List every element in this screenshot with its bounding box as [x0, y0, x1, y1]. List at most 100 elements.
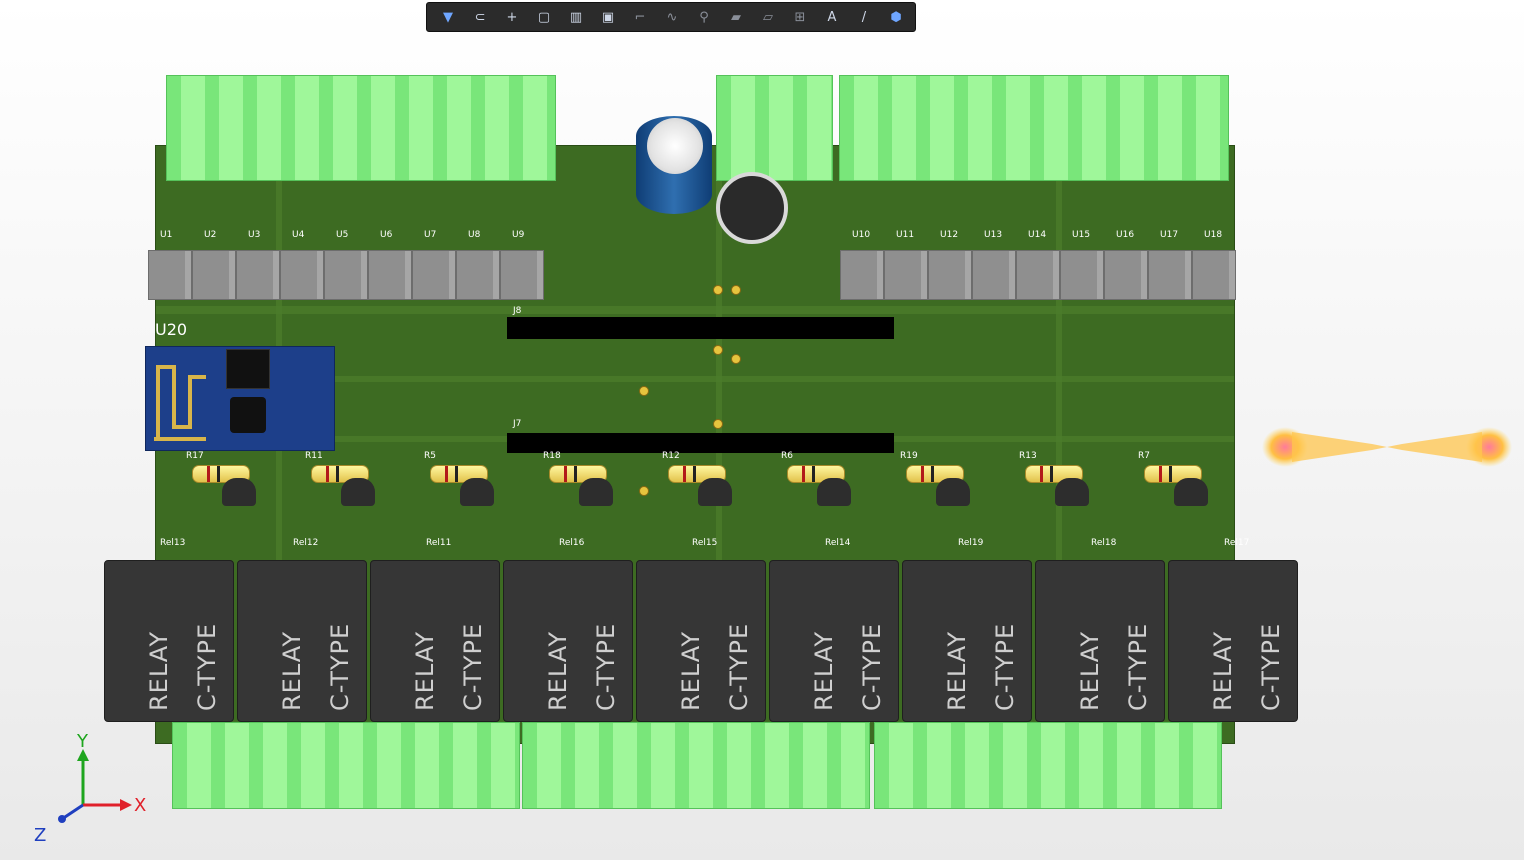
optocoupler-label: U2: [204, 230, 217, 240]
optocoupler-label: U18: [1204, 230, 1223, 240]
relay-label: Rel16: [559, 538, 585, 548]
chip-icon[interactable]: ▣: [595, 5, 621, 29]
relay-text-line2: C-TYPE: [1124, 622, 1152, 711]
optocoupler: [1192, 250, 1236, 300]
header-j8: [507, 317, 894, 339]
relay-label: Rel13: [160, 538, 186, 548]
axis-x-label: X: [134, 795, 147, 816]
resistor-label: R5: [424, 451, 436, 461]
u20-label: U20: [155, 320, 188, 339]
resistor-label: R17: [186, 451, 204, 461]
optocoupler: [412, 250, 456, 300]
optocoupler: [1104, 250, 1148, 300]
transistor: [1055, 478, 1089, 506]
view-axes-indicator: Y X Z: [34, 731, 160, 846]
resistor-label: R19: [900, 451, 918, 461]
relay: RELAY C-TYPE: [237, 560, 367, 722]
buzzer: [716, 172, 788, 244]
resistor-label: R11: [305, 451, 323, 461]
terminal-block-top-right: [839, 75, 1229, 181]
optocoupler: [148, 250, 192, 300]
via: [639, 486, 649, 496]
add-icon[interactable]: +: [499, 5, 525, 29]
relay: RELAY C-TYPE: [1035, 560, 1165, 722]
relay-text-line1: RELAY: [145, 631, 173, 711]
optocoupler-label: U7: [424, 230, 437, 240]
pcb-3d-toolbar: ▼ ⊂ + ▢ ▥ ▣ ⌐ ∿ ⚲ ▰ ▱ ⊞ A / ⬢: [426, 2, 916, 32]
relay-text-line1: RELAY: [943, 631, 971, 711]
antenna-icon: [154, 365, 206, 441]
optocoupler-label: U6: [380, 230, 393, 240]
relay-text-line2: C-TYPE: [326, 622, 354, 711]
select-box-icon[interactable]: ▢: [531, 5, 557, 29]
relay-text-line1: RELAY: [1209, 631, 1237, 711]
optocoupler-label: U17: [1160, 230, 1179, 240]
resistor-label: R6: [781, 451, 793, 461]
filter-icon[interactable]: ▼: [435, 5, 461, 29]
axes-icon: [58, 749, 132, 823]
relay-label: Rel19: [958, 538, 984, 548]
j7-label: J7: [513, 419, 522, 429]
light-probe-icon: [1262, 427, 1512, 467]
optocoupler-label: U3: [248, 230, 261, 240]
j8-label: J8: [513, 306, 522, 316]
pin-icon[interactable]: ⚲: [691, 5, 717, 29]
optocoupler: [1016, 250, 1060, 300]
optocoupler-label: U1: [160, 230, 173, 240]
relay: RELAY C-TYPE: [104, 560, 234, 722]
relay-text-line1: RELAY: [544, 631, 572, 711]
optocoupler: [192, 250, 236, 300]
relay-label: Rel11: [426, 538, 452, 548]
via: [731, 354, 741, 364]
transistor: [341, 478, 375, 506]
transistor: [698, 478, 732, 506]
terminal-block-top-middle: [716, 75, 833, 181]
esp8266-module: [145, 346, 335, 451]
relay-text-line2: C-TYPE: [459, 622, 487, 711]
view-icon[interactable]: ⬢: [883, 5, 909, 29]
route-icon[interactable]: ⌐: [627, 5, 653, 29]
relay-label: Rel17: [1224, 538, 1250, 548]
transistor: [222, 478, 256, 506]
optocoupler-label: U13: [984, 230, 1003, 240]
relay-text-line1: RELAY: [810, 631, 838, 711]
optocoupler: [368, 250, 412, 300]
relay: RELAY C-TYPE: [902, 560, 1032, 722]
terminal-block-bottom-right: [874, 722, 1222, 809]
relay-text-line1: RELAY: [677, 631, 705, 711]
optocoupler: [456, 250, 500, 300]
magnet-icon[interactable]: ⊂: [467, 5, 493, 29]
wave-icon[interactable]: ∿: [659, 5, 685, 29]
chart-icon[interactable]: ▥: [563, 5, 589, 29]
transistor: [1174, 478, 1208, 506]
line-icon[interactable]: /: [851, 5, 877, 29]
optocoupler: [840, 250, 884, 300]
wifi-soc: [230, 397, 266, 433]
resistor-label: R13: [1019, 451, 1037, 461]
layers-icon[interactable]: ▰: [723, 5, 749, 29]
board-icon[interactable]: ▱: [755, 5, 781, 29]
relay-text-line2: C-TYPE: [193, 622, 221, 711]
relay-label: Rel12: [293, 538, 319, 548]
optocoupler: [1060, 250, 1104, 300]
optocoupler-label: U11: [896, 230, 915, 240]
relay-text-line2: C-TYPE: [592, 622, 620, 711]
header-j7: [507, 433, 894, 453]
optocoupler: [972, 250, 1016, 300]
via: [713, 345, 723, 355]
text-icon[interactable]: A: [819, 5, 845, 29]
axis-y-label: Y: [77, 731, 88, 752]
optocoupler-label: U14: [1028, 230, 1047, 240]
relay-text-line1: RELAY: [278, 631, 306, 711]
resistor-label: R18: [543, 451, 561, 461]
relay-label: Rel14: [825, 538, 851, 548]
optocoupler-label: U10: [852, 230, 871, 240]
via: [713, 419, 723, 429]
relay-label: Rel15: [692, 538, 718, 548]
optocoupler: [884, 250, 928, 300]
optocoupler: [928, 250, 972, 300]
relay-text-line2: C-TYPE: [991, 622, 1019, 711]
transistor: [460, 478, 494, 506]
measure-icon[interactable]: ⊞: [787, 5, 813, 29]
relay: RELAY C-TYPE: [1168, 560, 1298, 722]
